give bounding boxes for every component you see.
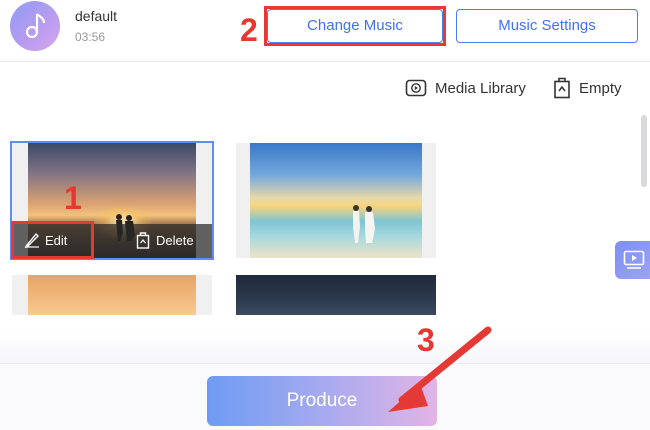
track-name: default xyxy=(75,8,118,24)
media-library-button[interactable]: Media Library xyxy=(405,76,526,100)
preview-icon xyxy=(623,250,645,269)
media-library-label: Media Library xyxy=(435,79,526,97)
media-library-icon xyxy=(405,79,427,97)
media-grid: Edit Delete xyxy=(0,105,650,360)
empty-label: Empty xyxy=(579,79,622,97)
music-note-icon xyxy=(25,13,46,39)
step-number-1: 1 xyxy=(64,180,82,216)
peach-photo xyxy=(28,275,196,315)
media-thumbnail-beach[interactable] xyxy=(236,143,436,258)
footer-bar: Produce xyxy=(0,363,650,430)
annotation-arrow xyxy=(388,326,492,412)
preview-button[interactable] xyxy=(615,241,650,279)
highlight-change-music xyxy=(264,6,446,46)
music-cover-avatar xyxy=(10,1,60,51)
music-settings-button[interactable]: Music Settings xyxy=(456,9,638,43)
empty-button[interactable]: Empty xyxy=(553,76,622,100)
media-toolbar: Media Library Empty xyxy=(0,74,650,104)
trash-icon xyxy=(554,77,570,99)
delete-label: Delete xyxy=(156,233,194,248)
bottom-fade xyxy=(0,330,650,364)
beach-photo xyxy=(250,143,422,258)
dark-photo xyxy=(236,275,436,315)
highlight-edit xyxy=(11,221,94,259)
track-duration: 03:56 xyxy=(75,30,106,44)
media-thumbnail-dark[interactable] xyxy=(236,275,436,315)
step-number-2: 2 xyxy=(240,12,258,48)
scrollbar-thumb[interactable] xyxy=(641,115,647,187)
trash-icon xyxy=(136,232,150,249)
media-thumbnail-peach[interactable] xyxy=(12,275,212,315)
delete-button[interactable]: Delete xyxy=(136,232,194,249)
couple-silhouette xyxy=(353,205,375,243)
